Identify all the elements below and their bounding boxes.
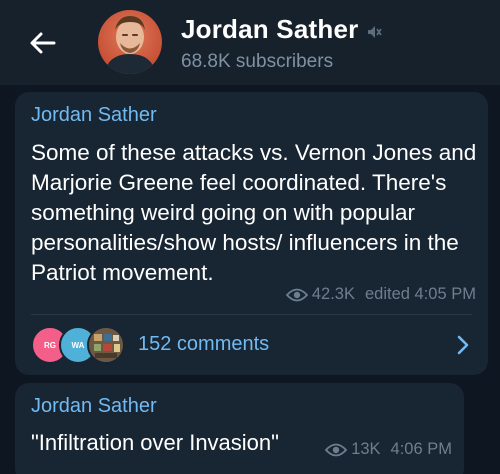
view-count: 42.3K [311, 285, 355, 303]
commenter-avatars: RG WA [31, 326, 141, 364]
message-meta: 42.3K edited 4:05 PM [285, 285, 476, 304]
chevron-right-icon [457, 335, 469, 355]
speaker-muted-icon [368, 25, 383, 38]
comments-label: 152 comments [138, 333, 270, 355]
message-bubble[interactable]: Jordan Sather "Infiltration over Invasio… [15, 383, 464, 474]
channel-header: Jordan Sather 68.8K subscribers [0, 0, 500, 85]
message-author[interactable]: Jordan Sather [31, 395, 157, 418]
channel-info[interactable]: Jordan Sather 68.8K subscribers [181, 14, 383, 73]
view-count: 13K [351, 440, 381, 458]
message-text: "Infiltration over Invasion" [31, 430, 279, 455]
message-author[interactable]: Jordan Sather [31, 104, 157, 127]
comments-button[interactable]: RG WA 152 comments [15, 315, 488, 375]
back-button[interactable] [26, 26, 60, 60]
message-meta: 13K 4:06 PM [325, 440, 452, 459]
channel-avatar[interactable] [98, 10, 162, 74]
message-bubble[interactable]: Jordan Sather Some of these attacks vs. … [15, 92, 488, 375]
message-time: edited 4:05 PM [365, 285, 476, 303]
telegram-channel-view: Jordan Sather 68.8K subscribers Jordan S… [0, 0, 500, 474]
channel-name: Jordan Sather [181, 14, 359, 44]
commenter-avatar [87, 326, 125, 364]
subscriber-count: 68.8K subscribers [181, 51, 334, 72]
eye-icon [285, 288, 308, 301]
eye-icon [325, 443, 348, 456]
message-time: 4:06 PM [390, 440, 452, 458]
arrow-left-icon [30, 32, 56, 54]
message-text: Some of these attacks vs. Vernon Jones a… [31, 140, 477, 285]
